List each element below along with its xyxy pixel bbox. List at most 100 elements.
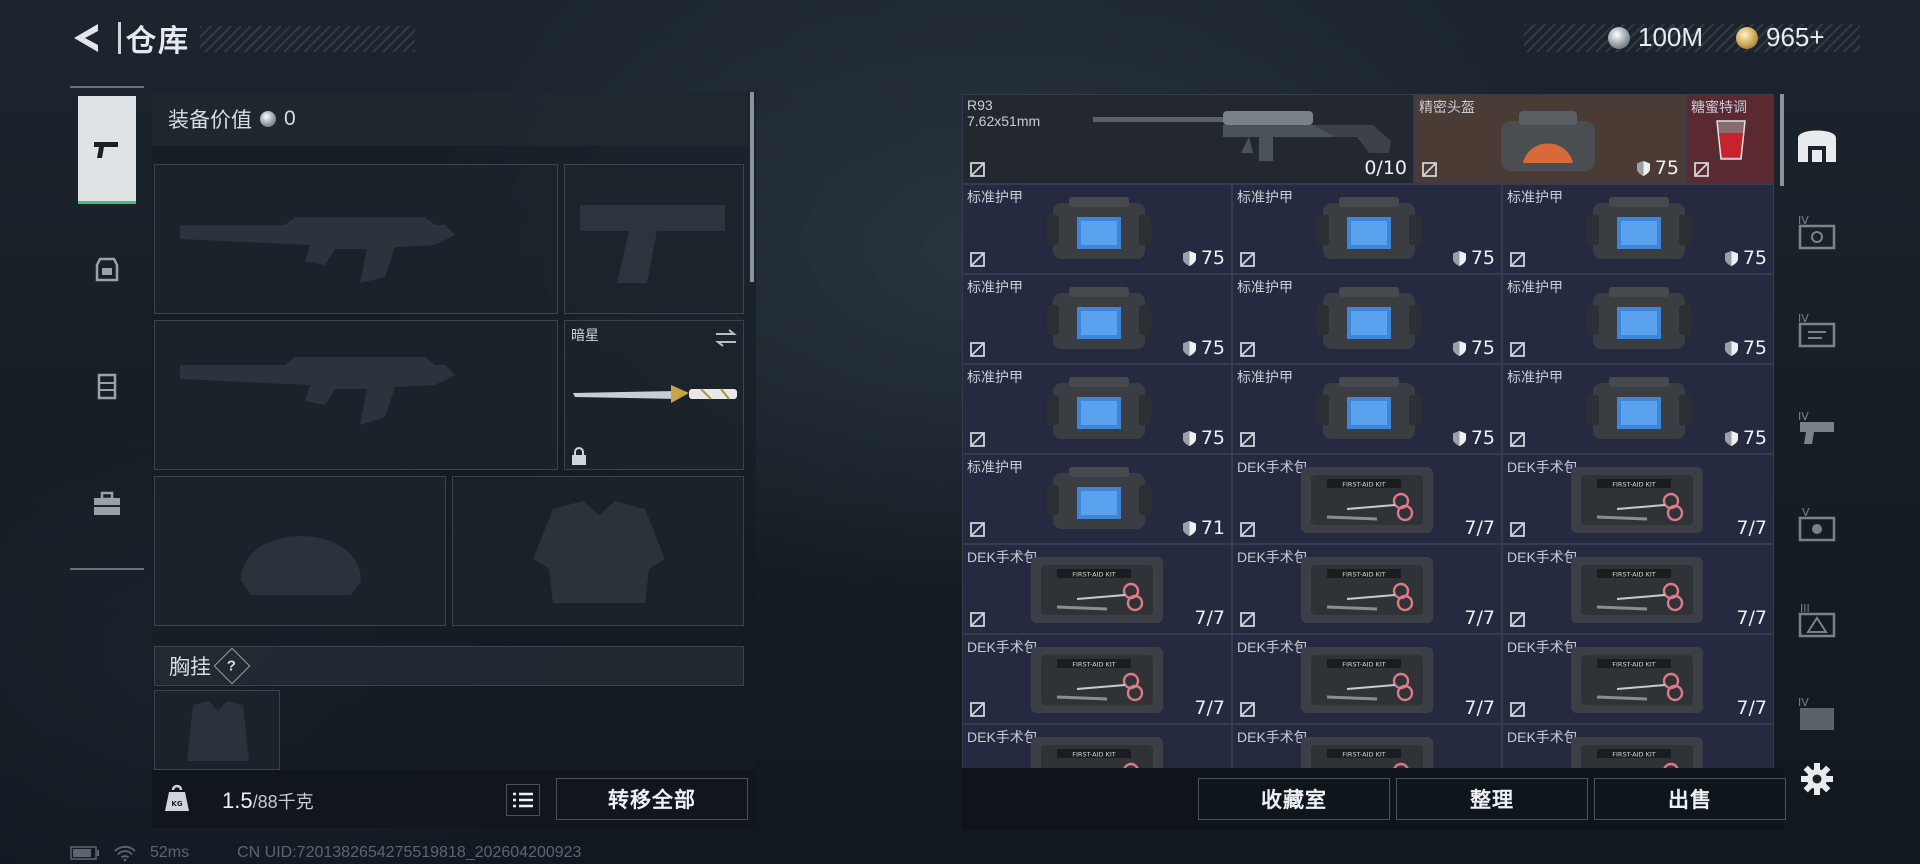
- first-aid-kit-icon: FIRST-AID KIT: [1567, 641, 1707, 722]
- chest-rig-slot[interactable]: [154, 690, 280, 770]
- case-v-icon: V: [1798, 506, 1836, 542]
- body-armor-item[interactable]: 标准护甲 75: [1502, 274, 1774, 364]
- sort-button[interactable]: 整理: [1396, 778, 1588, 820]
- storage-scrollbar[interactable]: [1780, 94, 1784, 186]
- storage-tab-case-4c[interactable]: IV: [1794, 406, 1840, 452]
- item-ammo-caliber: 7.62x51mm: [967, 113, 1041, 129]
- first-aid-kit-icon: FIRST-AID KIT: [1297, 641, 1437, 722]
- storage-tab-warehouse[interactable]: [1794, 120, 1840, 166]
- help-icon: ?: [227, 657, 237, 675]
- primary-weapon-slot[interactable]: [154, 164, 558, 314]
- uses-value: 7/7: [1736, 697, 1767, 719]
- storage-tab-case-4a[interactable]: IV: [1794, 210, 1840, 256]
- chest-rig-label: 胸挂: [169, 656, 211, 679]
- body-armor-item[interactable]: 标准护甲 75: [1502, 184, 1774, 274]
- svg-text:FIRST-AID KIT: FIRST-AID KIT: [1612, 481, 1655, 489]
- helmet-slot[interactable]: [154, 476, 446, 626]
- swap-icon[interactable]: [713, 327, 739, 349]
- storage-tab-case-5[interactable]: V: [1794, 502, 1840, 548]
- item-uses: 7/7: [1464, 517, 1495, 539]
- chest-rig-silhouette-icon: [187, 701, 249, 761]
- item-durability: 75: [1724, 427, 1767, 449]
- category-case-tab[interactable]: [78, 450, 136, 558]
- silver-currency: 100M: [1608, 22, 1703, 53]
- drink-item[interactable]: 糖蜜特调: [1686, 94, 1774, 184]
- uses-value: 7/7: [1736, 517, 1767, 539]
- body-armor-item[interactable]: 标准护甲 75: [1232, 364, 1502, 454]
- svg-text:IV: IV: [1798, 696, 1809, 709]
- unmarked-tag-icon: [1240, 702, 1255, 717]
- loadout-scrollbar[interactable]: [750, 92, 754, 282]
- melee-weapon-name: 暗星: [571, 327, 599, 343]
- helmet-silhouette-icon: [241, 536, 361, 595]
- item-uses: 7/7: [1736, 697, 1767, 719]
- melee-weapon-slot[interactable]: 暗星: [564, 320, 744, 470]
- secondary-weapon-slot[interactable]: [564, 164, 744, 314]
- chest-rig-header: 胸挂 ?: [154, 646, 744, 686]
- list-icon: [513, 792, 533, 808]
- storage-tab-case-4b[interactable]: IV: [1794, 308, 1840, 354]
- uses-value: 7/7: [1464, 697, 1495, 719]
- body-armor-item[interactable]: 标准护甲 71: [962, 454, 1232, 544]
- item-uses: 7/7: [1194, 697, 1225, 719]
- silver-coin-icon: [1608, 26, 1630, 49]
- category-backpack-tab[interactable]: [78, 214, 136, 322]
- surgery-kit-item[interactable]: DEK手术包 FIRST-AID KIT 7/7: [1232, 454, 1502, 544]
- durability-value: 75: [1200, 337, 1225, 359]
- list-view-button[interactable]: [506, 784, 540, 816]
- surgery-kit-item[interactable]: DEK手术包 FIRST-AID KIT 7/7: [1232, 634, 1502, 724]
- surgery-kit-item[interactable]: DEK手术包 FIRST-AID KIT 7/7: [1502, 544, 1774, 634]
- cocktail-glass-icon: [1716, 120, 1746, 160]
- surgery-kit-item[interactable]: DEK手术包 FIRST-AID KIT 7/7: [1232, 544, 1502, 634]
- item-name: 标准护甲: [1237, 279, 1293, 295]
- sniper-rifle-icon: [1093, 111, 1391, 161]
- help-button[interactable]: ?: [213, 647, 251, 685]
- pistol-icon: [94, 141, 118, 158]
- helmet-item[interactable]: 精密头盔 75: [1414, 94, 1686, 184]
- primary-weapon-slot-2[interactable]: [154, 320, 558, 470]
- svg-text:IV: IV: [1798, 410, 1809, 423]
- sell-button[interactable]: 出售: [1594, 778, 1786, 820]
- shield-icon: [1182, 340, 1196, 356]
- surgery-kit-item[interactable]: DEK手术包 FIRST-AID KIT 7/7: [1502, 454, 1774, 544]
- armor-vest-icon: [1047, 373, 1151, 450]
- svg-text:FIRST-AID KIT: FIRST-AID KIT: [1072, 751, 1115, 759]
- body-armor-item[interactable]: 标准护甲 75: [1232, 184, 1502, 274]
- body-armor-item[interactable]: 标准护甲 75: [1502, 364, 1774, 454]
- category-weapons-tab[interactable]: [78, 96, 136, 204]
- category-vest-tab[interactable]: [78, 332, 136, 440]
- item-uses: 7/7: [1194, 607, 1225, 629]
- settings-gear-icon[interactable]: [1800, 762, 1834, 796]
- collection-room-button[interactable]: 收藏室: [1198, 778, 1390, 820]
- storage-tab-case-4d[interactable]: IV: [1794, 692, 1840, 738]
- shield-icon: [1724, 340, 1738, 356]
- surgery-kit-item[interactable]: DEK手术包 FIRST-AID KIT: [962, 724, 1232, 768]
- backpack-icon: [95, 257, 119, 282]
- silver-amount: 100M: [1638, 22, 1704, 52]
- surgery-kit-item[interactable]: DEK手术包 FIRST-AID KIT: [1502, 724, 1774, 768]
- durability-value: 71: [1200, 517, 1225, 539]
- weight-icon: KG: [165, 784, 189, 811]
- surgery-kit-item[interactable]: DEK手术包 FIRST-AID KIT 7/7: [962, 544, 1232, 634]
- pistol-silhouette-icon: [580, 205, 725, 283]
- transfer-all-button[interactable]: 转移全部: [556, 778, 748, 820]
- svg-text:FIRST-AID KIT: FIRST-AID KIT: [1612, 751, 1655, 759]
- rifle-item[interactable]: R93 7.62x51mm 0/10: [962, 94, 1414, 184]
- unmarked-tag-icon: [1240, 252, 1255, 267]
- surgery-kit-item[interactable]: DEK手术包 FIRST-AID KIT: [1232, 724, 1502, 768]
- surgery-kit-item[interactable]: DEK手术包 FIRST-AID KIT 7/7: [1502, 634, 1774, 724]
- silver-coin-icon: [260, 111, 276, 127]
- vest-icon: [97, 373, 117, 400]
- body-armor-item[interactable]: 标准护甲 75: [962, 364, 1232, 454]
- storage-tab-case-3[interactable]: III: [1794, 598, 1840, 644]
- back-button[interactable]: [68, 18, 108, 58]
- body-armor-item[interactable]: 标准护甲 75: [962, 274, 1232, 364]
- body-armor-item[interactable]: 标准护甲 75: [962, 184, 1232, 274]
- body-armor-item[interactable]: 标准护甲 75: [1232, 274, 1502, 364]
- item-name: 标准护甲: [967, 279, 1023, 295]
- surgery-kit-item[interactable]: DEK手术包 FIRST-AID KIT 7/7: [962, 634, 1232, 724]
- uses-value: 7/7: [1194, 607, 1225, 629]
- first-aid-kit-icon: FIRST-AID KIT: [1027, 641, 1167, 722]
- shield-icon: [1452, 250, 1466, 266]
- body-armor-slot[interactable]: [452, 476, 744, 626]
